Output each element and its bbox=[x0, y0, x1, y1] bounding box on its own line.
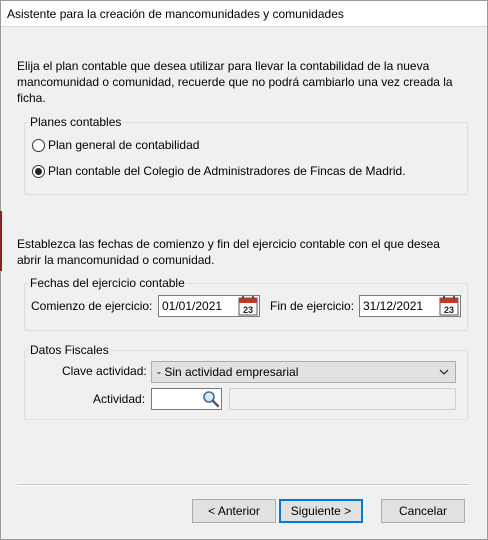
datos-fiscales-label: Datos Fiscales bbox=[28, 343, 111, 357]
actividad-input[interactable] bbox=[151, 388, 222, 410]
radio-plan-general-button[interactable] bbox=[32, 139, 45, 152]
actividad-label: Actividad: bbox=[93, 392, 146, 406]
fin-date-value[interactable]: 31/12/2021 bbox=[363, 299, 423, 313]
next-button[interactable]: Siguiente > bbox=[279, 499, 363, 523]
fechas-instruction-line-1: Establezca las fechas de comienzo y fin … bbox=[17, 237, 440, 251]
cancel-button[interactable]: Cancelar bbox=[381, 499, 465, 523]
radio-plan-general-label[interactable]: Plan general de contabilidad bbox=[48, 137, 199, 154]
search-icon[interactable] bbox=[202, 390, 220, 408]
planes-contables-label: Planes contables bbox=[28, 115, 124, 129]
wizard-window: Asistente para la creación de mancomunid… bbox=[0, 0, 488, 540]
footer-separator bbox=[17, 484, 469, 486]
comienzo-date-input[interactable]: 01/01/2021 23 bbox=[158, 295, 260, 317]
comienzo-date-value[interactable]: 01/01/2021 bbox=[162, 299, 222, 313]
fechas-instruction-line-2: abrir la mancomunidad o comunidad. bbox=[17, 253, 215, 267]
title-bar: Asistente para la creación de mancomunid… bbox=[1, 1, 487, 27]
calendar-icon[interactable]: 23 bbox=[238, 296, 258, 316]
radio-plan-colegio-button[interactable] bbox=[32, 165, 45, 178]
clave-actividad-value[interactable]: - Sin actividad empresarial bbox=[157, 365, 298, 379]
plan-instruction-line-1: Elija el plan contable que desea utiliza… bbox=[17, 59, 430, 73]
calendar-day-number: 23 bbox=[243, 305, 253, 315]
fin-label: Fin de ejercicio: bbox=[270, 299, 355, 313]
plan-instruction-line-3: ficha. bbox=[17, 91, 46, 105]
radio-selected-dot bbox=[35, 168, 42, 175]
back-button[interactable]: < Anterior bbox=[192, 499, 276, 523]
radio-plan-colegio-label[interactable]: Plan contable del Colegio de Administrad… bbox=[48, 163, 406, 180]
clave-actividad-label: Clave actividad: bbox=[62, 364, 147, 378]
window-title: Asistente para la creación de mancomunid… bbox=[7, 7, 344, 21]
clave-actividad-select[interactable]: - Sin actividad empresarial bbox=[151, 361, 456, 383]
left-edge-accent bbox=[0, 211, 2, 271]
fechas-group-label: Fechas del ejercicio contable bbox=[28, 276, 187, 290]
fin-date-input[interactable]: 31/12/2021 23 bbox=[359, 295, 461, 317]
actividad-description-field bbox=[229, 388, 456, 410]
planes-contables-group: Planes contables bbox=[24, 115, 468, 195]
comienzo-label: Comienzo de ejercicio: bbox=[31, 299, 153, 313]
calendar-icon[interactable]: 23 bbox=[439, 296, 459, 316]
calendar-day-number: 23 bbox=[444, 305, 454, 315]
plan-instruction-line-2: mancomunidad o comunidad, recuerde que n… bbox=[17, 75, 453, 89]
chevron-down-icon[interactable] bbox=[437, 365, 451, 379]
